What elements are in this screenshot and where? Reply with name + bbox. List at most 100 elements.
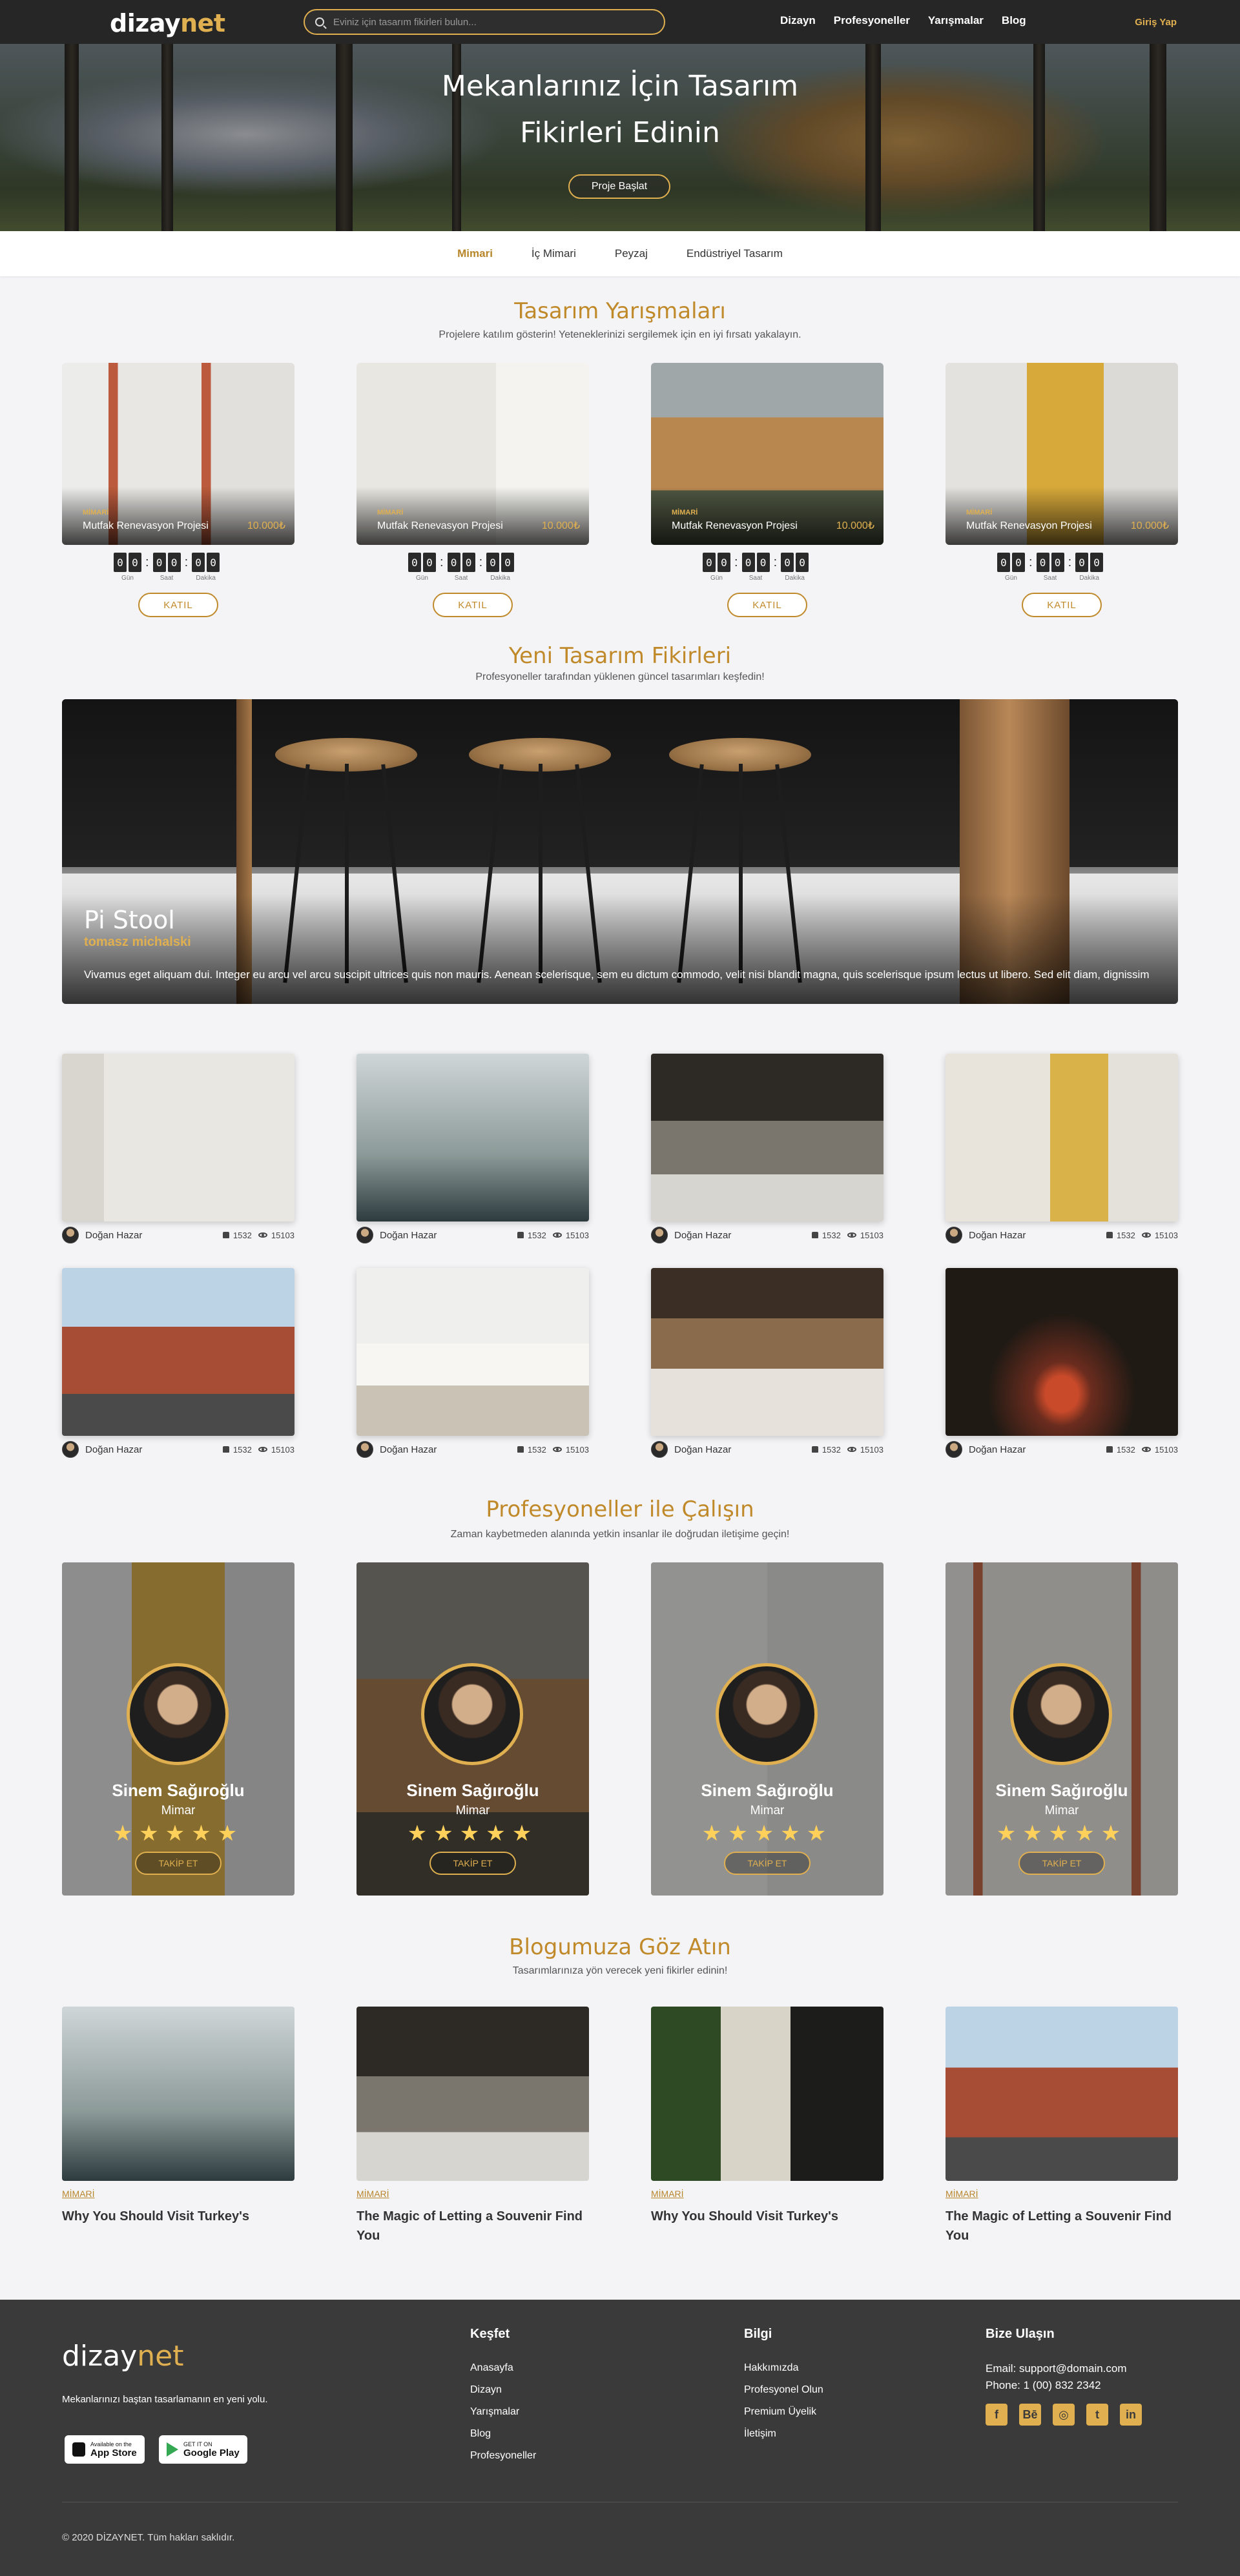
competition-card[interactable]: MİMARİ Mutfak Renevasyon Projesi 10.000₺: [651, 363, 884, 545]
search-input[interactable]: [333, 16, 643, 28]
footer-link-anasayfa[interactable]: Anasayfa: [470, 2362, 536, 2374]
follow-button[interactable]: TAKİP ET: [135, 1852, 222, 1875]
blog-post-image[interactable]: [62, 2007, 294, 2181]
start-project-button[interactable]: Proje Başlat: [568, 174, 670, 199]
footer-link-profesyoneller[interactable]: Profesyoneller: [470, 2450, 536, 2462]
professional-card[interactable]: Sinem Sağıroğlu Mimar ★★★★★ TAKİP ET: [62, 1562, 294, 1896]
blog-post-image[interactable]: [651, 2007, 884, 2181]
competition-card[interactable]: MİMARİ Mutfak Renevasyon Projesi 10.000₺: [356, 363, 589, 545]
like-icon[interactable]: [811, 1446, 818, 1453]
blog-post-category[interactable]: MİMARİ: [356, 2189, 389, 2199]
footer-logo[interactable]: dizaynet: [62, 2340, 183, 2373]
blog-post-title[interactable]: Why You Should Visit Turkey's: [651, 2207, 884, 2226]
design-author[interactable]: Doğan Hazar: [380, 1230, 437, 1241]
linkedin-icon[interactable]: in: [1120, 2404, 1142, 2426]
design-author[interactable]: Doğan Hazar: [85, 1444, 142, 1455]
like-icon[interactable]: [1106, 1232, 1113, 1238]
behance-icon[interactable]: Bē: [1019, 2404, 1041, 2426]
featured-author[interactable]: tomasz michalski: [84, 935, 191, 950]
footer-link-premium[interactable]: Premium Üyelik: [744, 2406, 823, 2418]
like-icon[interactable]: [1106, 1446, 1113, 1453]
footer-link-hakkimizda[interactable]: Hakkımızda: [744, 2362, 823, 2374]
avatar[interactable]: [62, 1227, 79, 1243]
nav-link-yarismalar[interactable]: Yarışmalar: [928, 14, 984, 27]
follow-button[interactable]: TAKİP ET: [1018, 1852, 1105, 1875]
design-card-image[interactable]: [651, 1054, 884, 1222]
facebook-icon[interactable]: f: [986, 2404, 1008, 2426]
like-icon[interactable]: [517, 1232, 524, 1238]
like-icon[interactable]: [222, 1232, 229, 1238]
professional-avatar[interactable]: [1010, 1663, 1112, 1765]
blog-post-title[interactable]: Why You Should Visit Turkey's: [62, 2207, 294, 2226]
search-bar[interactable]: [304, 9, 665, 35]
professional-avatar[interactable]: [716, 1663, 818, 1765]
logo[interactable]: dizaynet: [110, 9, 225, 37]
blog-post-image[interactable]: [356, 2007, 589, 2181]
design-author[interactable]: Doğan Hazar: [969, 1444, 1026, 1455]
like-icon[interactable]: [517, 1446, 524, 1453]
avatar[interactable]: [946, 1227, 962, 1243]
join-competition-button[interactable]: KATIL: [138, 593, 218, 617]
blog-post-category[interactable]: MİMARİ: [946, 2189, 978, 2199]
professional-card[interactable]: Sinem Sağıroğlu Mimar ★★★★★ TAKİP ET: [946, 1562, 1178, 1896]
like-icon[interactable]: [811, 1232, 818, 1238]
follow-button[interactable]: TAKİP ET: [724, 1852, 811, 1875]
login-link[interactable]: Giriş Yap: [1135, 17, 1177, 28]
design-card-image[interactable]: [62, 1268, 294, 1436]
featured-design-card[interactable]: Pi Stool tomasz michalski Vivamus eget a…: [62, 699, 1178, 1004]
design-author[interactable]: Doğan Hazar: [969, 1230, 1026, 1241]
professional-card[interactable]: Sinem Sağıroğlu Mimar ★★★★★ TAKİP ET: [651, 1562, 884, 1896]
footer-link-dizayn[interactable]: Dizayn: [470, 2384, 536, 2396]
design-card-image[interactable]: [651, 1268, 884, 1436]
twitter-icon[interactable]: t: [1086, 2404, 1108, 2426]
avatar[interactable]: [946, 1441, 962, 1458]
footer-link-blog[interactable]: Blog: [470, 2428, 536, 2440]
avatar[interactable]: [62, 1441, 79, 1458]
follow-button[interactable]: TAKİP ET: [429, 1852, 516, 1875]
join-competition-button[interactable]: KATIL: [727, 593, 807, 617]
join-competition-button[interactable]: KATIL: [433, 593, 513, 617]
countdown-label: Dakika: [196, 575, 216, 582]
tab-endustriyel-tasarim[interactable]: Endüstriyel Tasarım: [687, 247, 783, 260]
instagram-icon[interactable]: ◎: [1053, 2404, 1075, 2426]
footer-link-iletisim[interactable]: İletişim: [744, 2428, 823, 2440]
blog-post-title[interactable]: The Magic of Letting a Souvenir Find You: [356, 2207, 589, 2245]
design-author[interactable]: Doğan Hazar: [380, 1444, 437, 1455]
design-card-image[interactable]: [946, 1268, 1178, 1436]
app-store-badge[interactable]: Available on the App Store: [65, 2435, 145, 2464]
design-author[interactable]: Doğan Hazar: [85, 1230, 142, 1241]
avatar[interactable]: [356, 1441, 373, 1458]
design-card-image[interactable]: [62, 1054, 294, 1222]
join-competition-button[interactable]: KATIL: [1022, 593, 1102, 617]
design-card-image[interactable]: [946, 1054, 1178, 1222]
avatar[interactable]: [651, 1441, 668, 1458]
footer-link-profesyonel-olun[interactable]: Profesyonel Olun: [744, 2384, 823, 2396]
design-card-image[interactable]: [356, 1268, 589, 1436]
footer-link-yarismalar[interactable]: Yarışmalar: [470, 2406, 536, 2418]
countdown-timer: 0 0 Gün:0 0 Saat:0 0 Dakika: [408, 553, 515, 582]
avatar[interactable]: [356, 1227, 373, 1243]
nav-link-blog[interactable]: Blog: [1002, 14, 1026, 27]
avatar[interactable]: [651, 1227, 668, 1243]
like-icon[interactable]: [222, 1446, 229, 1453]
tab-mimari[interactable]: Mimari: [457, 247, 493, 260]
footer-phone[interactable]: Phone: 1 (00) 832 2342: [986, 2379, 1142, 2392]
professional-card[interactable]: Sinem Sağıroğlu Mimar ★★★★★ TAKİP ET: [356, 1562, 589, 1896]
nav-link-profesyoneller[interactable]: Profesyoneller: [834, 14, 910, 27]
blog-post-image[interactable]: [946, 2007, 1178, 2181]
competition-card[interactable]: MİMARİ Mutfak Renevasyon Projesi 10.000₺: [62, 363, 294, 545]
google-play-badge[interactable]: GET IT ON Google Play: [159, 2435, 247, 2464]
blog-post-title[interactable]: The Magic of Letting a Souvenir Find You: [946, 2207, 1178, 2245]
competition-card[interactable]: MİMARİ Mutfak Renevasyon Projesi 10.000₺: [946, 363, 1178, 545]
nav-link-dizayn[interactable]: Dizayn: [780, 14, 816, 27]
design-card-image[interactable]: [356, 1054, 589, 1222]
footer-email[interactable]: Email: support@domain.com: [986, 2362, 1142, 2375]
tab-peyzaj[interactable]: Peyzaj: [615, 247, 648, 260]
design-author[interactable]: Doğan Hazar: [674, 1230, 731, 1241]
blog-post-category[interactable]: MİMARİ: [651, 2189, 684, 2199]
professional-avatar[interactable]: [421, 1663, 523, 1765]
blog-post-category[interactable]: MİMARİ: [62, 2189, 95, 2199]
design-author[interactable]: Doğan Hazar: [674, 1444, 731, 1455]
tab-ic-mimari[interactable]: İç Mimari: [532, 247, 576, 260]
professional-avatar[interactable]: [127, 1663, 229, 1765]
